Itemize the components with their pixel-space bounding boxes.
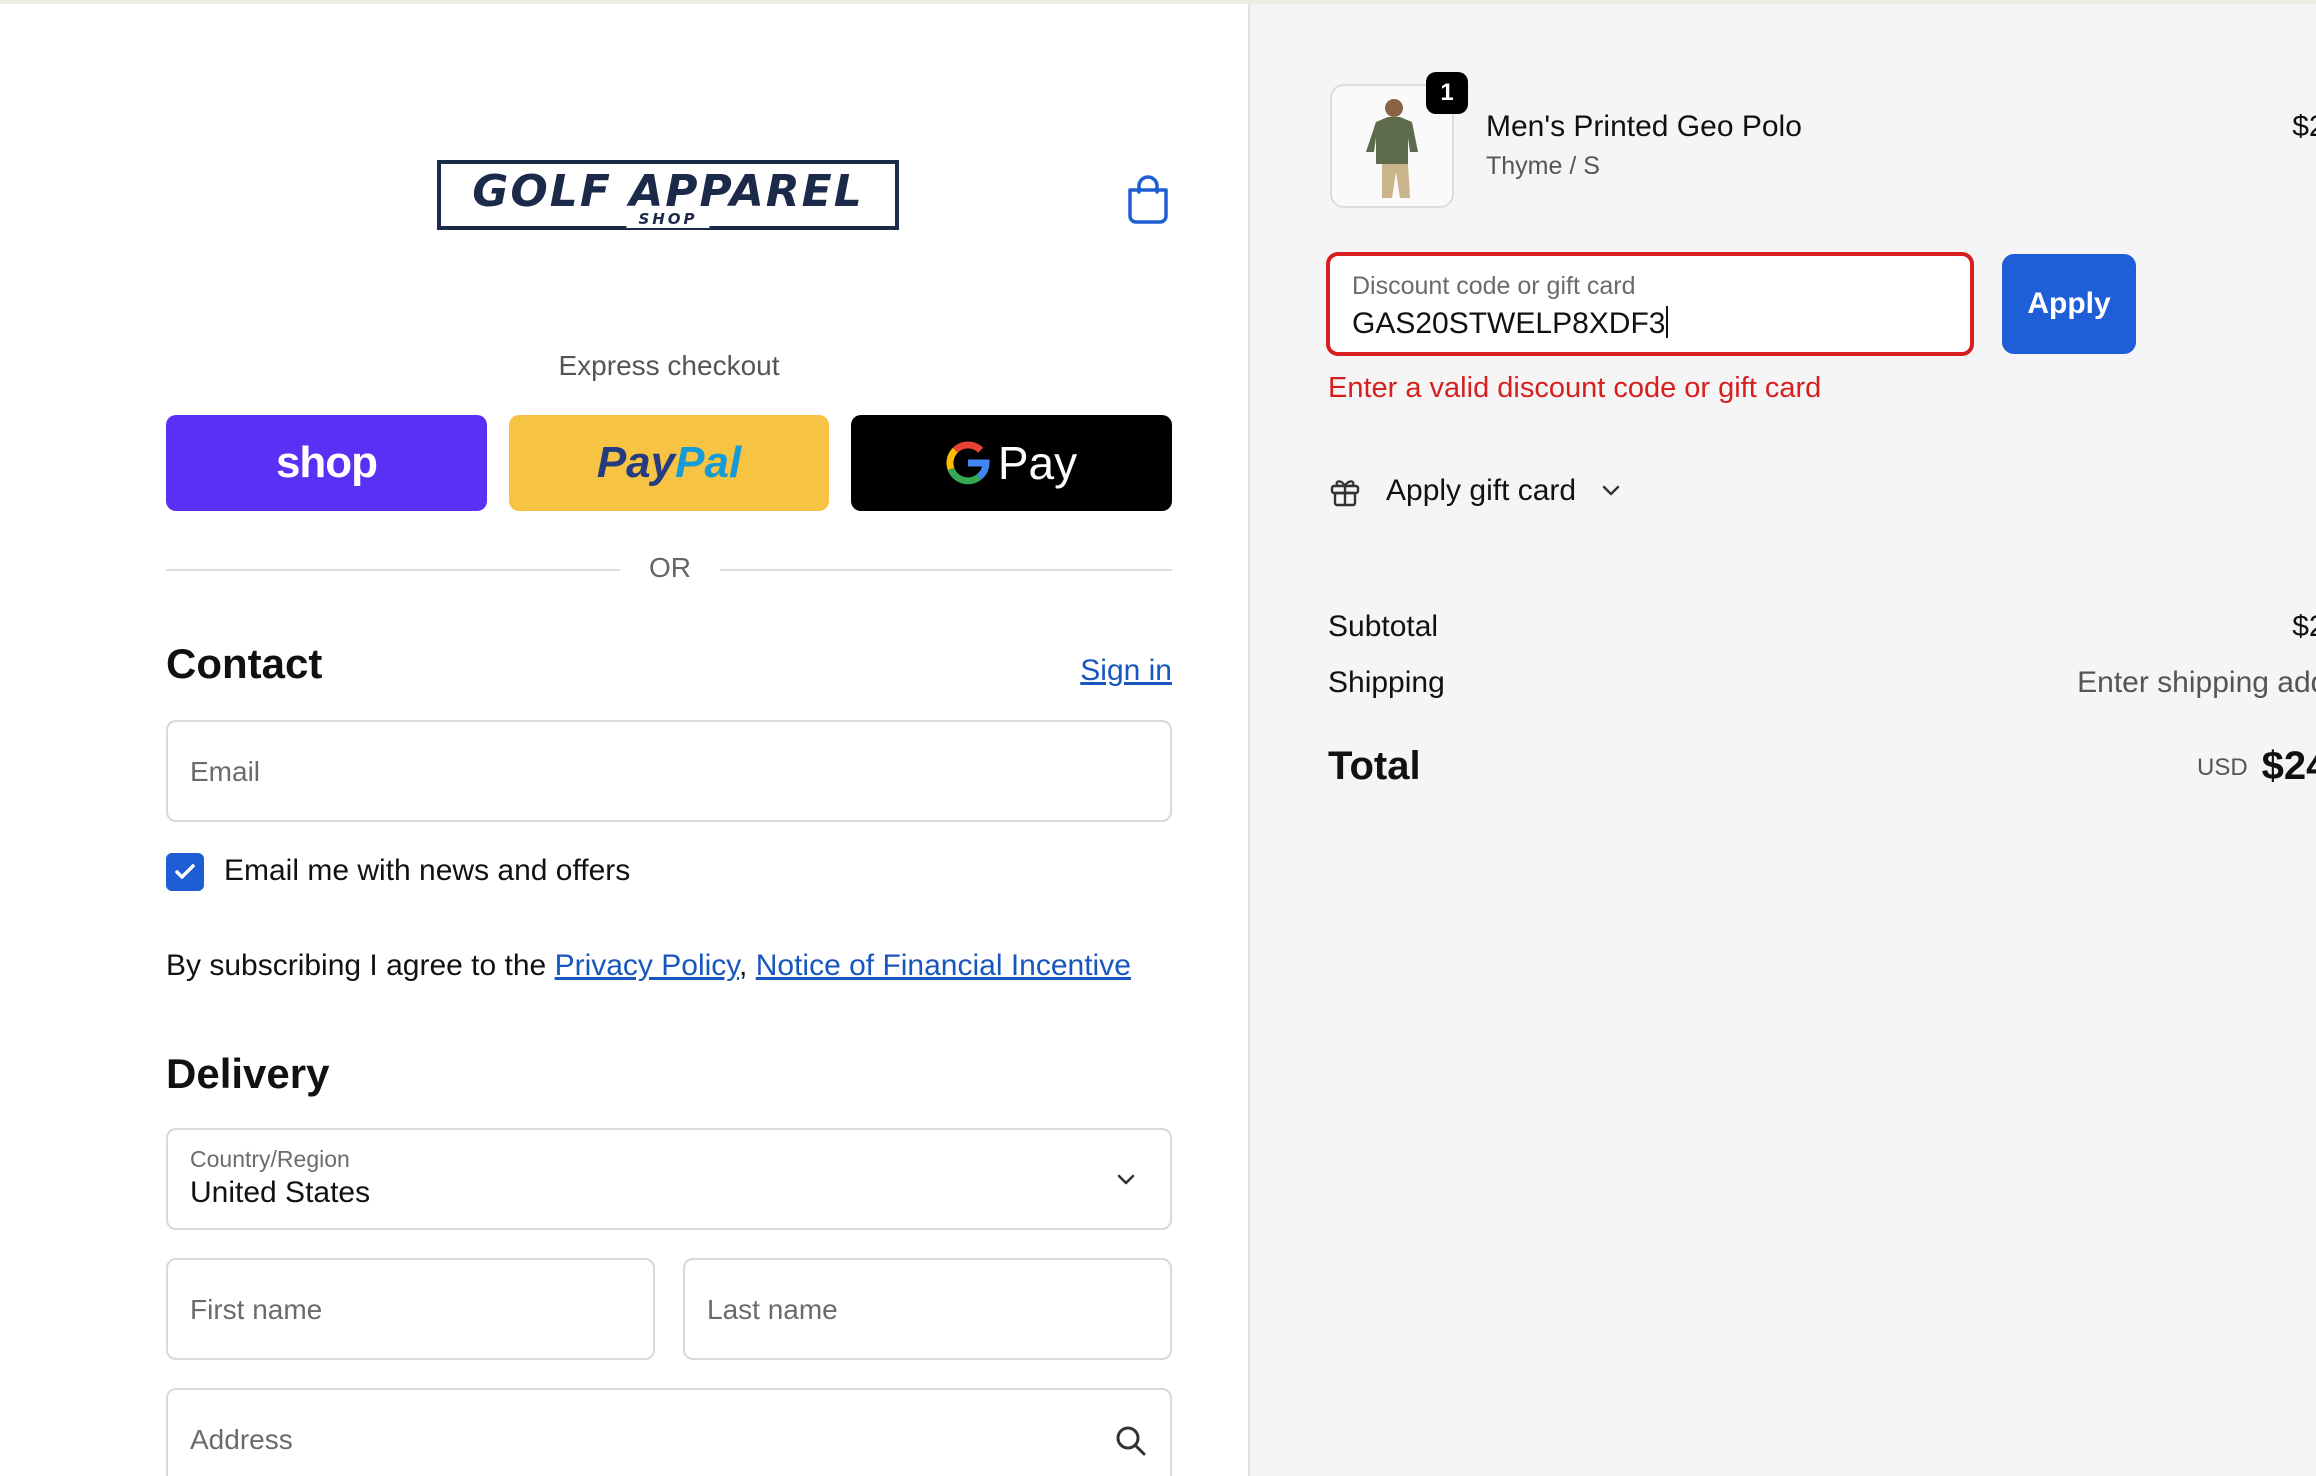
discount-code-input[interactable]: Discount code or gift card GAS20STWELP8X…	[1326, 252, 1974, 356]
logo-text: GOLF APPAREL	[472, 165, 864, 217]
apply-button[interactable]: Apply	[2002, 254, 2136, 354]
total-currency: USD	[2196, 754, 2248, 781]
apply-gift-card-label: Apply gift card	[1386, 474, 1577, 507]
shop-pay-button[interactable]: shop	[166, 415, 487, 511]
last-name-field[interactable]: Last name	[683, 1258, 1172, 1360]
subtotal-value: $24.99	[2292, 610, 2316, 643]
total-value: $24.99	[2261, 744, 2316, 788]
text-cursor	[1666, 306, 1669, 338]
product-price: $24.99	[2292, 110, 2316, 143]
privacy-policy-link[interactable]: Privacy Policy	[555, 949, 739, 982]
search-icon[interactable]	[1114, 1424, 1148, 1458]
country-select[interactable]: Country/Region United States	[166, 1128, 1172, 1230]
gift-icon	[1330, 480, 1360, 507]
paypal-button[interactable]: Pay Pal	[509, 415, 829, 511]
product-name: Men's Printed Geo Polo	[1486, 110, 1802, 143]
total-label: Total	[1328, 744, 1421, 788]
newsletter-checkbox[interactable]	[166, 853, 204, 891]
shipping-label: Shipping	[1328, 666, 1445, 699]
logo-subtext: SHOP	[626, 210, 710, 228]
quantity-badge: 1	[1426, 72, 1468, 114]
google-pay-button[interactable]: Pay	[851, 415, 1172, 511]
newsletter-label: Email me with news and offers	[224, 854, 631, 887]
sign-in-link[interactable]: Sign in	[1000, 654, 1172, 688]
discount-code-value: GAS20STWELP8XDF3	[1352, 306, 1669, 341]
country-value: United States	[190, 1176, 371, 1209]
legal-separator: ,	[739, 949, 756, 982]
discount-code-label: Discount code or gift card	[1352, 272, 1636, 300]
paypal-label-pal: Pal	[675, 438, 742, 487]
first-name-field[interactable]: First name	[166, 1258, 655, 1360]
subtotal-label: Subtotal	[1328, 610, 1439, 643]
chevron-down-icon	[1602, 485, 1620, 496]
product-variant: Thyme / S	[1486, 152, 1600, 180]
financial-incentive-link[interactable]: Notice of Financial Incentive	[756, 949, 1131, 982]
shop-pay-label: shop	[275, 438, 378, 487]
shopping-bag-icon[interactable]	[1124, 172, 1172, 224]
email-placeholder: Email	[190, 756, 261, 787]
last-name-placeholder: Last name	[707, 1294, 838, 1325]
contact-heading: Contact	[166, 640, 323, 687]
address-field[interactable]: Address	[166, 1388, 1172, 1476]
paypal-label-pay: Pay	[596, 438, 676, 487]
legal-prefix: By subscribing I agree to the	[166, 949, 555, 982]
subscription-legal-text: By subscribing I agree to the Privacy Po…	[166, 949, 1131, 983]
first-name-placeholder: First name	[190, 1294, 323, 1325]
checkout-form-panel: GOLF APPAREL SHOP Express checkout shop …	[0, 4, 1248, 1476]
store-logo[interactable]: GOLF APPAREL SHOP	[437, 160, 899, 230]
divider-left	[166, 569, 620, 571]
divider-right	[720, 569, 1172, 571]
total-amount: USD $24.99	[1950, 744, 2316, 789]
discount-error-message: Enter a valid discount code or gift card	[1328, 372, 1822, 404]
delivery-heading: Delivery	[166, 1050, 330, 1097]
discount-code-text: GAS20STWELP8XDF3	[1352, 307, 1666, 340]
google-pay-label: Pay	[997, 437, 1078, 489]
google-g-icon	[946, 441, 990, 485]
checkmark-icon	[175, 864, 195, 879]
address-placeholder: Address	[190, 1424, 293, 1455]
apply-gift-card-toggle[interactable]: Apply gift card	[1328, 466, 1624, 516]
email-field[interactable]: Email	[166, 720, 1172, 822]
chevron-down-icon	[1117, 1174, 1135, 1185]
or-divider-text: OR	[649, 552, 691, 583]
express-checkout-title: Express checkout	[558, 350, 780, 381]
order-summary-panel: 1 Men's Printed Geo Polo Thyme / S $24.9…	[1248, 4, 2316, 1476]
country-label: Country/Region	[190, 1146, 350, 1172]
shipping-value: Enter shipping address	[2077, 666, 2316, 699]
